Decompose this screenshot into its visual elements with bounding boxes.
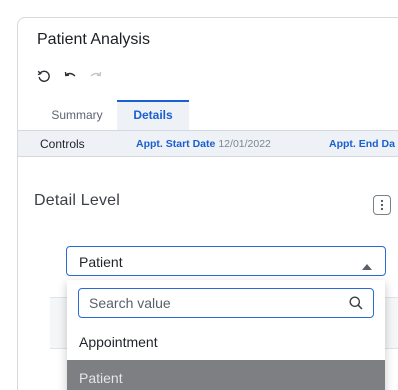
filter-appt-end-date[interactable]: Appt. End Da: [329, 138, 395, 150]
tab-details[interactable]: Details: [117, 100, 189, 130]
search-input[interactable]: [89, 294, 339, 312]
caret-up-icon: [362, 257, 372, 275]
search-field[interactable]: [78, 288, 374, 318]
filter-value: 12/01/2022: [218, 138, 271, 150]
reset-icon[interactable]: [37, 69, 51, 83]
filter-name: Appt. End Da: [329, 138, 395, 150]
option-appointment[interactable]: Appointment: [67, 324, 385, 361]
controls-label: Controls: [40, 137, 85, 151]
controls-bar: Controls Appt. Start Date 12/01/2022 Appt…: [18, 130, 398, 157]
detail-level-select[interactable]: Patient: [66, 246, 386, 276]
history-toolbar: [37, 69, 103, 83]
filter-appt-start-date[interactable]: Appt. Start Date 12/01/2022: [136, 138, 271, 150]
option-patient[interactable]: Patient: [67, 360, 385, 390]
tab-bar: Summary Details: [37, 100, 189, 130]
redo-icon[interactable]: [89, 69, 103, 83]
select-dropdown: Appointment Patient: [67, 280, 385, 390]
select-value: Patient: [79, 254, 123, 270]
more-options-icon[interactable]: [373, 195, 391, 215]
detail-level-label: Detail Level: [34, 192, 121, 209]
search-icon: [349, 296, 363, 315]
page-title: Patient Analysis: [37, 31, 150, 48]
analysis-window: Patient Analysis Summary Details Control…: [17, 17, 398, 390]
tab-summary[interactable]: Summary: [37, 100, 117, 130]
filter-name: Appt. Start Date: [136, 138, 216, 150]
undo-icon[interactable]: [63, 69, 77, 83]
